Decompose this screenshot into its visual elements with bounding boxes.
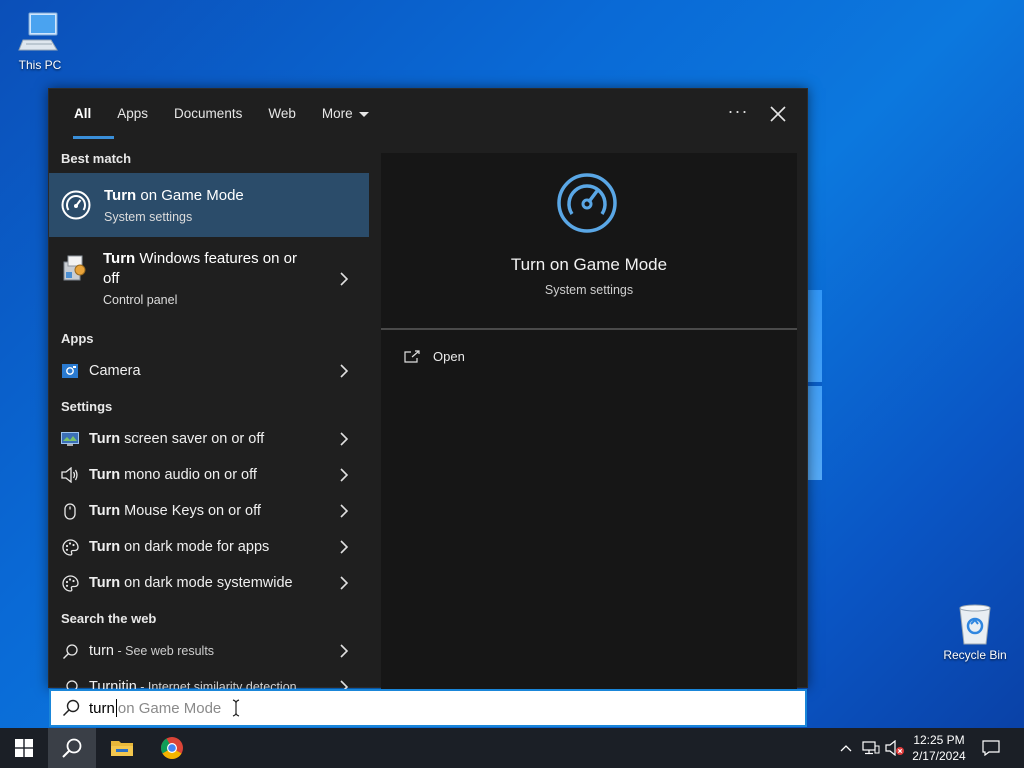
search-typed-text: turn [89,699,115,717]
start-button[interactable] [0,728,48,768]
preview-divider [381,328,797,330]
palette-icon [60,537,80,557]
search-icon [62,738,82,758]
chevron-right-icon [340,644,349,658]
best-match-subtitle: System settings [104,209,193,224]
desktop-window-glow [808,290,822,480]
chevron-right-icon [340,540,349,554]
result-web-turn[interactable]: turn - See web results [49,633,369,669]
chrome-icon [161,737,183,759]
result-setting-mouse-keys[interactable]: Turn Mouse Keys on or off [49,493,369,529]
control-panel-icon [60,253,88,281]
tab-all[interactable]: All [61,89,115,139]
computer-icon [18,12,58,51]
result-label: Turn on dark mode systemwide [89,575,293,591]
result-setting-screen-saver[interactable]: Turn screen saver on or off [49,421,369,457]
game-mode-icon [61,190,91,220]
ibeam-cursor-icon [233,699,240,717]
folder-icon [111,741,133,756]
result-setting-dark-mode-apps[interactable]: Turn on dark mode for apps [49,529,369,565]
section-best-match: Best match [61,151,132,166]
clock-date: 2/17/2024 [912,749,966,763]
mouse-icon [60,501,80,521]
search-icon [60,677,80,689]
taskbar-file-explorer[interactable] [98,728,146,768]
tab-documents[interactable]: Documents [161,89,255,139]
close-button[interactable] [765,101,791,127]
tab-apps[interactable]: Apps [104,89,161,139]
windows-logo-icon [15,739,33,757]
desktop-icon-label: Recycle Bin [943,648,1007,662]
chevron-down-icon [358,111,369,117]
results-list: Best match Turn on Game Mode System sett… [49,145,369,689]
result-label: Turn mono audio on or off [89,467,257,483]
result-app-camera[interactable]: Camera [49,353,369,389]
taskbar: 12:25 PM 2/17/2024 [0,728,1024,768]
tab-more-label: More [321,106,353,121]
result-label: Camera [89,363,141,379]
chevron-right-icon [340,364,349,378]
close-icon [770,106,786,122]
section-apps: Apps [61,331,94,346]
search-panel: All Apps Documents Web More ··· Best mat… [48,88,808,689]
result-label: Turn Mouse Keys on or off [89,503,261,519]
result-label: Turn on dark mode for apps [89,539,270,555]
best-match-title: Turn on Game Mode [104,186,244,204]
result-label: Turn screen saver on or off [89,431,265,447]
section-settings: Settings [61,399,113,414]
preview-title: Turn on Game Mode [510,255,668,274]
notification-icon [982,740,1000,756]
search-icon [60,641,80,661]
result-label: turn - See web results [89,643,215,659]
result-title: Turn Windows features on or off [103,250,297,287]
recycle-bin-icon [959,604,991,645]
search-input[interactable]: turn on Game Mode [49,689,807,727]
chevron-right-icon [340,468,349,482]
open-label: Open [433,349,465,364]
section-search-web: Search the web [61,611,157,626]
preview-pane: Turn on Game Mode System settings Open [381,153,797,689]
chevron-right-icon [340,680,349,689]
taskbar-search-button[interactable] [48,728,96,768]
search-autocomplete-hint: on Game Mode [117,699,222,717]
speaker-icon [60,465,80,485]
palette-icon [60,573,80,593]
result-web-turnitin[interactable]: Turnitin - Internet similarity detection [49,669,369,689]
desktop-icon-recycle-bin[interactable]: Recycle Bin [935,602,1015,662]
result-label: Turnitin - Internet similarity detection [89,679,297,689]
tab-web[interactable]: Web [255,89,309,139]
result-setting-mono-audio[interactable]: Turn mono audio on or off [49,457,369,493]
desktop-icon-label: This PC [18,58,62,72]
chevron-right-icon [340,576,349,590]
result-windows-features[interactable]: Turn Windows features on or off Control p… [49,245,369,331]
search-tabs: All Apps Documents Web More [49,89,807,139]
text-caret [115,699,117,717]
chevron-right-icon [340,504,349,518]
taskbar-clock[interactable]: 12:25 PM 2/17/2024 [900,732,978,764]
desktop-icon-this-pc[interactable]: This PC [0,10,80,72]
notifications-button[interactable] [978,728,1004,768]
result-subtitle: Control panel [103,293,178,307]
network-icon [862,741,880,755]
chevron-up-icon [840,745,852,752]
taskbar-chrome[interactable] [148,728,196,768]
tab-more[interactable]: More [309,89,382,139]
more-options-button[interactable]: ··· [725,101,751,127]
camera-icon [60,361,80,381]
best-match-item[interactable]: Turn on Game Mode System settings [49,173,369,237]
chevron-right-icon [340,432,349,446]
tray-network-button[interactable] [860,728,882,768]
preview-subtitle: System settings [544,283,634,297]
open-external-icon [404,349,420,363]
clock-time: 12:25 PM [913,733,965,747]
result-setting-dark-mode-systemwide[interactable]: Turn on dark mode systemwide [49,565,369,601]
monitor-icon [60,429,80,449]
tray-overflow-button[interactable] [836,728,856,768]
game-mode-icon [557,173,617,233]
chevron-right-icon [340,272,349,286]
search-icon [62,699,80,717]
open-button[interactable]: Open [403,349,465,364]
